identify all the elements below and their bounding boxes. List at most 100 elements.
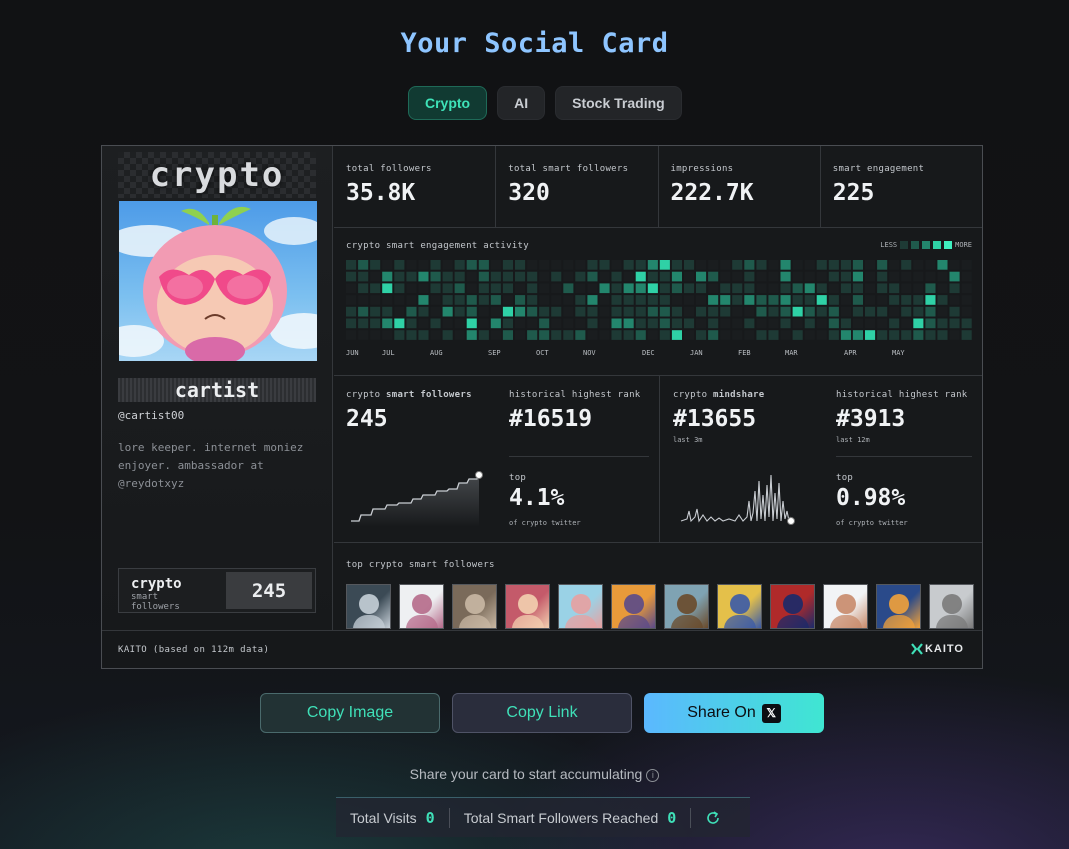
heatmap-cell	[744, 318, 755, 329]
heatmap-cell	[840, 260, 851, 270]
heatmap-cell	[708, 260, 719, 270]
follower-avatar[interactable]	[876, 584, 921, 629]
heatmap-cell	[925, 330, 936, 340]
heatmap-cell	[575, 330, 586, 340]
follower-avatar[interactable]	[717, 584, 762, 629]
heatmap-cell	[865, 295, 876, 305]
heatmap-cell	[901, 260, 912, 270]
heatmap-cell	[587, 330, 598, 340]
smart-followers-box: crypto smart followers 245	[118, 568, 316, 613]
heatmap-cell	[925, 283, 936, 294]
copy-link-button[interactable]: Copy Link	[452, 693, 632, 733]
follower-avatar[interactable]	[929, 584, 974, 629]
heatmap-cell	[515, 260, 526, 270]
heatmap-cell	[406, 330, 417, 340]
heatmap-cell	[587, 271, 598, 282]
heatmap-cell	[454, 283, 465, 294]
heatmap-cell	[346, 318, 357, 329]
follower-avatar[interactable]	[399, 584, 444, 629]
month-label: SEP	[488, 349, 501, 357]
follower-avatar[interactable]	[505, 584, 550, 629]
heatmap-cell	[744, 260, 755, 270]
heatmap-cell	[877, 295, 888, 305]
heatmap-cell	[744, 330, 755, 340]
heatmap-cell	[913, 295, 924, 305]
heatmap-cell	[442, 260, 453, 270]
heatmap-cell	[370, 330, 381, 340]
follower-avatar[interactable]	[558, 584, 603, 629]
heatmap-cell	[937, 271, 948, 282]
heatmap-cell	[551, 318, 562, 329]
social-card: crypto cartist @cartist00 lore keeper. i…	[101, 145, 983, 669]
heatmap-cell	[708, 330, 719, 340]
follower-avatar[interactable]	[770, 584, 815, 629]
total-visits: Total Visits 0	[336, 809, 449, 827]
heatmap-cell	[551, 306, 562, 317]
card-footer: KAITO (based on 112m data) KAITO	[102, 630, 982, 668]
share-on-x-button[interactable]: Share On 𝕏	[644, 693, 824, 733]
heatmap-cell	[442, 318, 453, 329]
heatmap-cell	[768, 306, 779, 317]
heatmap-cell	[599, 283, 610, 294]
heatmap-cell	[587, 283, 598, 294]
heatmap-cell	[913, 330, 924, 340]
heatmap-cell	[865, 271, 876, 282]
heatmap-cell	[551, 295, 562, 305]
stat-label: smart engagement	[832, 164, 925, 174]
tab-crypto[interactable]: Crypto	[408, 86, 488, 120]
user-bio: lore keeper. internet moniez enjoyer. am…	[118, 441, 304, 490]
heatmap-cell	[478, 330, 489, 340]
copy-image-button[interactable]: Copy Image	[260, 693, 440, 733]
heatmap-cell	[527, 283, 538, 294]
heatmap-cell	[394, 271, 405, 282]
tab-stock-trading[interactable]: Stock Trading	[555, 86, 682, 120]
heatmap-cell	[406, 306, 417, 317]
heatmap-cell	[382, 306, 393, 317]
month-label: JUL	[382, 349, 395, 357]
follower-avatar[interactable]	[611, 584, 656, 629]
month-label: JUN	[346, 349, 359, 357]
activity-legend: LESS MORE	[880, 241, 972, 249]
heatmap-cell	[865, 283, 876, 294]
heatmap-cell	[925, 306, 936, 317]
follower-avatar[interactable]	[823, 584, 868, 629]
heatmap-cell	[539, 295, 550, 305]
heatmap-cell	[490, 318, 501, 329]
heatmap-cell	[647, 295, 658, 305]
heatmap-cell	[502, 271, 513, 282]
engagement-activity: crypto smart engagement activity LESS MO…	[334, 228, 982, 376]
heatmap-cell	[659, 271, 670, 282]
heatmap-cell	[611, 306, 622, 317]
heatmap-cell	[792, 330, 803, 340]
follower-avatar[interactable]	[664, 584, 709, 629]
heatmap-cell	[611, 260, 622, 270]
heatmap-cell	[889, 318, 900, 329]
stat-value: 320	[508, 180, 550, 206]
rank-value: #3913	[836, 406, 906, 432]
heatmap-cell	[358, 330, 369, 340]
tab-ai[interactable]: AI	[497, 86, 546, 120]
heatmap-cell	[684, 306, 695, 317]
footer-text: KAITO (based on 112m data)	[118, 645, 270, 655]
heatmap-cell	[442, 330, 453, 340]
stat-impressions: impressions 222.7K	[658, 146, 821, 228]
heatmap-cell	[877, 283, 888, 294]
heatmap-cell	[442, 283, 453, 294]
heatmap-cell	[852, 271, 863, 282]
info-icon[interactable]: i	[646, 769, 660, 782]
heatmap-cell	[804, 260, 815, 270]
follower-avatar[interactable]	[452, 584, 497, 629]
heatmap-cell	[865, 318, 876, 329]
legend-swatch	[933, 241, 942, 249]
heatmap-cell	[406, 295, 417, 305]
heatmap-cell	[466, 306, 477, 317]
refresh-button[interactable]	[691, 810, 735, 826]
follower-avatar[interactable]	[346, 584, 391, 629]
panel-title-strong: mindshare	[713, 390, 765, 400]
heatmap-cell	[563, 283, 574, 294]
heatmap-cell	[744, 271, 755, 282]
user-handle: @cartist00	[118, 409, 185, 422]
heatmap-cell	[961, 271, 972, 282]
heatmap-cell	[382, 318, 393, 329]
heatmap-cell	[852, 295, 863, 305]
